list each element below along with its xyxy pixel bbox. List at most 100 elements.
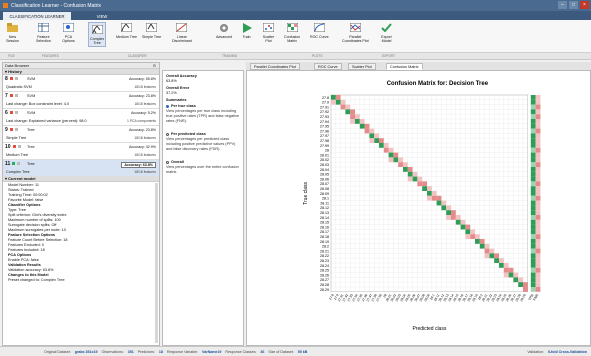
y-tick-label: 28.09 xyxy=(320,192,329,196)
y-tick-label: 27.9 xyxy=(322,101,329,105)
model-features: 18/18 features xyxy=(134,170,156,174)
tpr-cell xyxy=(530,157,536,163)
tab-scatter-plot[interactable]: Scatter Plot xyxy=(348,63,376,70)
model-history-item[interactable]: 6 SVM Last change: Explained variance (per… xyxy=(3,109,159,126)
new-session-button[interactable]: New Session xyxy=(6,22,19,43)
matrix-cell-diagonal xyxy=(460,224,466,230)
panel-menu-icon[interactable]: ⊙ xyxy=(153,63,156,68)
linear-discriminant-button[interactable]: Linear Discriminant xyxy=(172,22,192,43)
summary-option[interactable]: Overall View percentages over the entire … xyxy=(163,160,243,175)
radio-button[interactable] xyxy=(166,104,169,108)
y-tick-label: 27.99 xyxy=(320,144,329,148)
model-type: Tree xyxy=(27,145,35,149)
simple-tree-button[interactable]: Simple Tree xyxy=(142,22,161,39)
details-scrollbar[interactable] xyxy=(155,183,158,343)
tab-confusion-matrix[interactable]: Confusion Matrix xyxy=(386,63,423,70)
close-button[interactable]: × xyxy=(580,1,589,9)
model-type: Tree xyxy=(27,128,35,132)
radio-button[interactable] xyxy=(166,132,169,136)
fnr-cell xyxy=(535,138,541,143)
advanced-button[interactable]: Advanced xyxy=(216,22,232,39)
summary-option[interactable]: Per predicted class View percentages per … xyxy=(163,132,243,152)
matrix-cell-diagonal xyxy=(451,215,456,220)
parallel-coordinates-button[interactable]: Parallel Coordinates Plot xyxy=(342,22,369,43)
y-tick-label: 27.97 xyxy=(320,134,329,138)
matrix-cell-error xyxy=(417,176,423,182)
ribbon-sections: FILE FEATURES CLASSIFIER TRAINING PLOTS … xyxy=(0,52,591,59)
status-dataset-size: 55 kB xyxy=(297,349,308,354)
matrix-cell-error xyxy=(451,210,456,215)
y-tick-label: 28.29 xyxy=(320,288,329,292)
tpr-cell xyxy=(530,195,536,201)
y-tick-label: 28.06 xyxy=(320,177,329,181)
tpr-cell xyxy=(530,287,536,292)
fnr-cell xyxy=(535,95,541,100)
y-tick-label: 28.04 xyxy=(320,168,329,172)
y-tick-label: 28.01 xyxy=(320,153,329,157)
section-classifier: CLASSIFIER xyxy=(128,54,147,58)
tab-classification-learner[interactable]: CLASSIFICATION LEARNER xyxy=(3,12,71,20)
confusion-matrix-button[interactable]: Confusion Matrix xyxy=(284,22,300,43)
y-tick-label: 28.2 xyxy=(322,245,329,249)
model-number: 6 xyxy=(5,110,8,116)
tab-roc-curve[interactable]: ROC Curve xyxy=(314,63,342,70)
summary-panel: Overall Accuracy 63.8% Overall Error 37.… xyxy=(162,70,244,346)
section-features: FEATURES xyxy=(42,54,59,58)
roc-curve-button[interactable]: ROC Curve xyxy=(310,22,329,39)
medium-tree-button[interactable]: Medium Tree xyxy=(116,22,137,39)
export-model-button[interactable]: Export Model xyxy=(380,22,393,43)
model-status-swatch xyxy=(17,145,21,149)
matrix-cell-error xyxy=(407,176,413,182)
fnr-cell xyxy=(535,191,541,196)
pca-icon xyxy=(62,22,75,33)
train-button[interactable]: Train xyxy=(240,22,253,39)
model-name: Last change: Box constraint level: 4.0 xyxy=(6,102,70,106)
matrix-cell-error xyxy=(355,114,360,119)
status-dataset: grabs 351x19 xyxy=(74,349,98,354)
matrix-cell-diagonal xyxy=(331,95,336,100)
model-history-item[interactable]: 10 Tree Medium Tree Accuracy: 42.9% 18/18 fe… xyxy=(3,143,159,160)
tpr-cell xyxy=(530,95,536,100)
section-plots: PLOTS xyxy=(312,54,323,58)
maximize-button[interactable]: □ xyxy=(569,1,578,9)
matrix-cell-diagonal xyxy=(345,109,351,115)
model-features: 1 PCA components xyxy=(126,119,156,123)
fnr-cell xyxy=(535,123,541,129)
matrix-cell-error xyxy=(503,272,509,278)
plot-tab-bar: Parallel Coordinates Plot ROC Curve Scat… xyxy=(246,62,591,70)
data-browser-header: Data Browser ⊙ xyxy=(3,63,159,69)
matrix-cell-error xyxy=(484,253,490,259)
model-history-item[interactable]: 8 SVM Quadratic SVM Accuracy: 55.8% 18/18 fe… xyxy=(3,75,159,92)
current-model-header[interactable]: ▾ Current model xyxy=(3,176,159,182)
matrix-cell-error xyxy=(359,119,365,124)
model-name: Medium Tree xyxy=(6,153,29,157)
y-tick-label: 27.92 xyxy=(320,110,329,114)
model-history-item[interactable]: 11 Tree Complex Tree Accuracy: 63.8% 18/18 f… xyxy=(3,160,159,177)
tpr-cell xyxy=(530,272,536,278)
summary-option[interactable]: Per true class View percentages per true … xyxy=(163,104,243,124)
model-number: 11 xyxy=(5,161,11,167)
scatter-icon xyxy=(262,22,275,33)
model-history-item[interactable]: 7 SVM Last change: Box constraint level: 4… xyxy=(3,92,159,109)
feature-selection-button[interactable]: Feature Selection xyxy=(36,22,51,43)
tree-icon xyxy=(145,22,158,33)
tpr-cell xyxy=(530,191,536,196)
model-history-item[interactable]: 9 Tree Simple Tree Accuracy: 23.8% 18/18 fea… xyxy=(3,126,159,143)
matrix-cell-diagonal xyxy=(335,99,341,105)
tab-view[interactable]: VIEW xyxy=(90,12,114,20)
model-features: 18/18 features xyxy=(134,102,156,106)
scatter-plot-button[interactable]: Scatter Plot xyxy=(262,22,275,43)
matrix-cell-error xyxy=(489,248,495,254)
matrix-cell-error xyxy=(465,234,471,239)
matrix-cell-error xyxy=(422,181,427,187)
radio-button[interactable] xyxy=(166,160,169,164)
tpr-cell xyxy=(530,219,536,225)
matrix-cell-error xyxy=(393,152,399,158)
matrix-cell-diagonal xyxy=(374,138,379,143)
tab-parallel-coordinates[interactable]: Parallel Coordinates Plot xyxy=(250,63,300,70)
pca-button[interactable]: PCA Options xyxy=(62,22,75,43)
y-tick-label: 28.23 xyxy=(320,259,329,263)
complex-tree-button[interactable]: Complex Tree xyxy=(88,22,107,47)
minimize-button[interactable]: – xyxy=(558,1,567,9)
model-accuracy: Accuracy: 5.2% xyxy=(131,111,156,115)
